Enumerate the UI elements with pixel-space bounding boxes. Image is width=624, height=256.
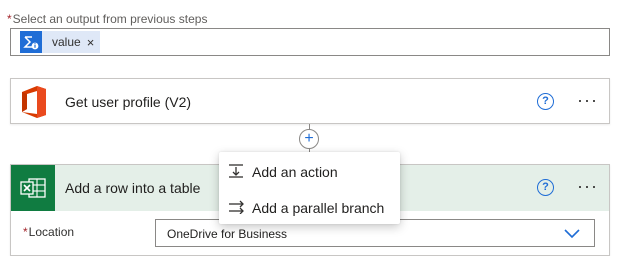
more-options-icon[interactable]: ··· — [577, 91, 598, 109]
output-selector-label: *Select an output from previous steps — [7, 12, 207, 26]
required-marker: * — [23, 225, 28, 239]
output-selector-label-text: Select an output from previous steps — [12, 12, 208, 26]
office-365-logo — [22, 86, 46, 118]
more-options-icon[interactable]: ··· — [577, 177, 598, 195]
insert-step-menu: Add an action Add a parallel branch — [219, 152, 400, 224]
location-label: *Location — [23, 225, 74, 239]
insert-action-icon — [229, 164, 243, 178]
get-user-profile-card[interactable]: Get user profile (V2) ? ··· — [10, 78, 610, 124]
help-icon[interactable]: ? — [537, 179, 554, 196]
chevron-down-icon — [564, 229, 580, 239]
menu-item-label: Add a parallel branch — [252, 200, 385, 216]
required-marker: * — [7, 12, 12, 26]
card-title: Add a row into a table — [65, 180, 201, 196]
excel-logo — [11, 165, 55, 211]
location-value: OneDrive for Business — [167, 227, 288, 241]
expression-variable-icon — [20, 31, 42, 53]
insert-step-button[interactable]: + — [299, 129, 319, 149]
token-label: value — [52, 35, 81, 49]
remove-token-button[interactable]: × — [87, 36, 95, 49]
parallel-branch-icon — [229, 200, 244, 214]
location-label-text: Location — [28, 225, 75, 239]
value-token[interactable]: value × — [20, 31, 101, 53]
add-action-menu-item[interactable]: Add an action — [219, 154, 400, 188]
card-title: Get user profile (V2) — [65, 94, 192, 110]
add-parallel-branch-menu-item[interactable]: Add a parallel branch — [219, 190, 400, 224]
menu-item-label: Add an action — [252, 164, 338, 180]
help-icon[interactable]: ? — [537, 93, 554, 110]
output-token-input[interactable]: value × — [10, 28, 610, 56]
